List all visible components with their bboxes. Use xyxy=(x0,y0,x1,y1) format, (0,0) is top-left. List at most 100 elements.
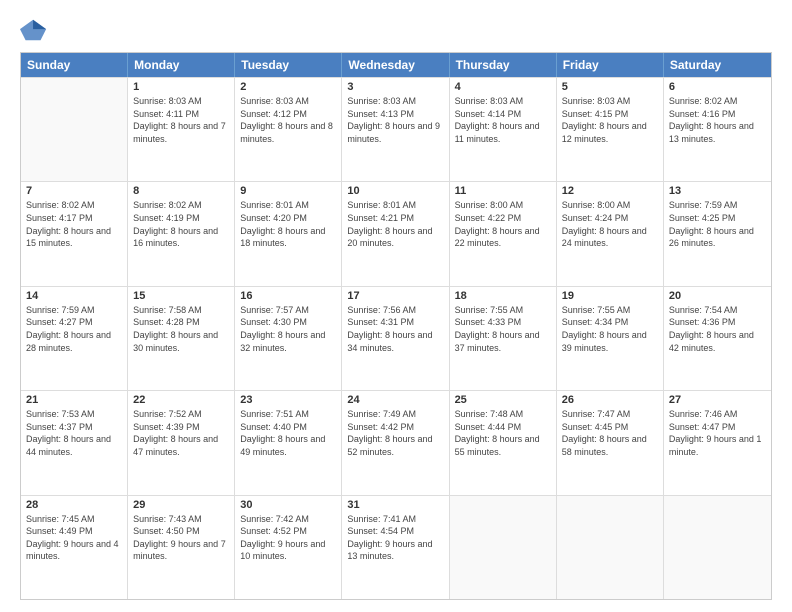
calendar-cell: 23Sunrise: 7:51 AM Sunset: 4:40 PM Dayli… xyxy=(235,391,342,494)
calendar-cell: 12 Sunrise: 8:00 AM Sunset: 4:24 PM Dayli… xyxy=(557,182,664,285)
calendar-cell: 29 Sunrise: 7:43 AM Sunset: 4:50 PM Dayli… xyxy=(128,496,235,599)
calendar-cell: 6 Sunrise: 8:02 AM Sunset: 4:16 PM Daylig… xyxy=(664,78,771,181)
day-number: 20 xyxy=(669,290,766,302)
calendar-header-row: SundayMondayTuesdayWednesdayThursdayFrid… xyxy=(21,53,771,77)
header xyxy=(20,16,772,44)
calendar-cell: 30 Sunrise: 7:42 AM Sunset: 4:52 PM Dayli… xyxy=(235,496,342,599)
day-number: 11 xyxy=(455,185,551,197)
page: SundayMondayTuesdayWednesdayThursdayFrid… xyxy=(0,0,792,612)
day-detail: Sunrise: 7:42 AM Sunset: 4:52 PM Dayligh… xyxy=(240,513,336,563)
day-number: 3 xyxy=(347,81,443,93)
calendar-week: 14Sunrise: 7:59 AM Sunset: 4:27 PM Dayli… xyxy=(21,286,771,390)
day-detail: Sunrise: 7:55 AM Sunset: 4:34 PM Dayligh… xyxy=(562,304,658,354)
calendar-week: 1 Sunrise: 8:03 AM Sunset: 4:11 PM Daylig… xyxy=(21,77,771,181)
day-detail: Sunrise: 8:01 AM Sunset: 4:21 PM Dayligh… xyxy=(347,199,443,249)
day-detail: Sunrise: 7:47 AM Sunset: 4:45 PM Dayligh… xyxy=(562,408,658,458)
day-number: 8 xyxy=(133,185,229,197)
day-detail: Sunrise: 7:56 AM Sunset: 4:31 PM Dayligh… xyxy=(347,304,443,354)
day-detail: Sunrise: 7:41 AM Sunset: 4:54 PM Dayligh… xyxy=(347,513,443,563)
day-number: 13 xyxy=(669,185,766,197)
day-detail: Sunrise: 7:51 AM Sunset: 4:40 PM Dayligh… xyxy=(240,408,336,458)
day-detail: Sunrise: 7:58 AM Sunset: 4:28 PM Dayligh… xyxy=(133,304,229,354)
calendar-cell: 9 Sunrise: 8:01 AM Sunset: 4:20 PM Daylig… xyxy=(235,182,342,285)
day-number: 6 xyxy=(669,81,766,93)
calendar-cell xyxy=(450,496,557,599)
day-detail: Sunrise: 7:45 AM Sunset: 4:49 PM Dayligh… xyxy=(26,513,122,563)
calendar-cell: 13 Sunrise: 7:59 AM Sunset: 4:25 PM Dayli… xyxy=(664,182,771,285)
calendar-cell: 1 Sunrise: 8:03 AM Sunset: 4:11 PM Daylig… xyxy=(128,78,235,181)
calendar-cell: 10 Sunrise: 8:01 AM Sunset: 4:21 PM Dayli… xyxy=(342,182,449,285)
day-number: 30 xyxy=(240,499,336,511)
day-number: 16 xyxy=(240,290,336,302)
day-number: 24 xyxy=(347,394,443,406)
day-detail: Sunrise: 8:03 AM Sunset: 4:11 PM Dayligh… xyxy=(133,95,229,145)
calendar-cell: 14Sunrise: 7:59 AM Sunset: 4:27 PM Dayli… xyxy=(21,287,128,390)
calendar-cell: 19 Sunrise: 7:55 AM Sunset: 4:34 PM Dayli… xyxy=(557,287,664,390)
day-number: 12 xyxy=(562,185,658,197)
calendar-cell: 3 Sunrise: 8:03 AM Sunset: 4:13 PM Daylig… xyxy=(342,78,449,181)
calendar-cell: 22Sunrise: 7:52 AM Sunset: 4:39 PM Dayli… xyxy=(128,391,235,494)
logo-icon xyxy=(20,16,48,44)
day-number: 18 xyxy=(455,290,551,302)
calendar-cell xyxy=(21,78,128,181)
day-detail: Sunrise: 8:01 AM Sunset: 4:20 PM Dayligh… xyxy=(240,199,336,249)
day-detail: Sunrise: 7:59 AM Sunset: 4:27 PM Dayligh… xyxy=(26,304,122,354)
day-detail: Sunrise: 7:53 AM Sunset: 4:37 PM Dayligh… xyxy=(26,408,122,458)
calendar-cell: 26Sunrise: 7:47 AM Sunset: 4:45 PM Dayli… xyxy=(557,391,664,494)
day-number: 31 xyxy=(347,499,443,511)
day-detail: Sunrise: 7:59 AM Sunset: 4:25 PM Dayligh… xyxy=(669,199,766,249)
calendar-cell: 7 Sunrise: 8:02 AM Sunset: 4:17 PM Daylig… xyxy=(21,182,128,285)
day-detail: Sunrise: 7:57 AM Sunset: 4:30 PM Dayligh… xyxy=(240,304,336,354)
day-detail: Sunrise: 8:00 AM Sunset: 4:24 PM Dayligh… xyxy=(562,199,658,249)
day-detail: Sunrise: 8:02 AM Sunset: 4:16 PM Dayligh… xyxy=(669,95,766,145)
calendar-week: 21 Sunrise: 7:53 AM Sunset: 4:37 PM Dayli… xyxy=(21,390,771,494)
day-detail: Sunrise: 8:03 AM Sunset: 4:13 PM Dayligh… xyxy=(347,95,443,145)
day-detail: Sunrise: 7:52 AM Sunset: 4:39 PM Dayligh… xyxy=(133,408,229,458)
day-number: 1 xyxy=(133,81,229,93)
calendar-cell xyxy=(664,496,771,599)
day-detail: Sunrise: 7:48 AM Sunset: 4:44 PM Dayligh… xyxy=(455,408,551,458)
day-detail: Sunrise: 7:55 AM Sunset: 4:33 PM Dayligh… xyxy=(455,304,551,354)
calendar-header-cell: Wednesday xyxy=(342,53,449,77)
day-number: 27 xyxy=(669,394,766,406)
day-number: 25 xyxy=(455,394,551,406)
day-number: 17 xyxy=(347,290,443,302)
day-number: 5 xyxy=(562,81,658,93)
calendar-cell: 8 Sunrise: 8:02 AM Sunset: 4:19 PM Daylig… xyxy=(128,182,235,285)
day-detail: Sunrise: 8:00 AM Sunset: 4:22 PM Dayligh… xyxy=(455,199,551,249)
calendar-header-cell: Saturday xyxy=(664,53,771,77)
calendar-cell: 28 Sunrise: 7:45 AM Sunset: 4:49 PM Dayli… xyxy=(21,496,128,599)
calendar: SundayMondayTuesdayWednesdayThursdayFrid… xyxy=(20,52,772,600)
day-number: 19 xyxy=(562,290,658,302)
day-number: 29 xyxy=(133,499,229,511)
logo xyxy=(20,16,52,44)
calendar-header-cell: Tuesday xyxy=(235,53,342,77)
day-detail: Sunrise: 7:54 AM Sunset: 4:36 PM Dayligh… xyxy=(669,304,766,354)
day-number: 28 xyxy=(26,499,122,511)
calendar-cell: 25 Sunrise: 7:48 AM Sunset: 4:44 PM Dayli… xyxy=(450,391,557,494)
calendar-cell: 21 Sunrise: 7:53 AM Sunset: 4:37 PM Dayli… xyxy=(21,391,128,494)
calendar-header-cell: Sunday xyxy=(21,53,128,77)
calendar-cell: 27Sunrise: 7:46 AM Sunset: 4:47 PM Dayli… xyxy=(664,391,771,494)
calendar-body: 1 Sunrise: 8:03 AM Sunset: 4:11 PM Daylig… xyxy=(21,77,771,599)
calendar-cell xyxy=(557,496,664,599)
calendar-week: 28 Sunrise: 7:45 AM Sunset: 4:49 PM Dayli… xyxy=(21,495,771,599)
calendar-cell: 15Sunrise: 7:58 AM Sunset: 4:28 PM Dayli… xyxy=(128,287,235,390)
day-number: 4 xyxy=(455,81,551,93)
calendar-cell: 5 Sunrise: 8:03 AM Sunset: 4:15 PM Daylig… xyxy=(557,78,664,181)
day-detail: Sunrise: 8:03 AM Sunset: 4:12 PM Dayligh… xyxy=(240,95,336,145)
day-detail: Sunrise: 7:49 AM Sunset: 4:42 PM Dayligh… xyxy=(347,408,443,458)
day-number: 7 xyxy=(26,185,122,197)
day-detail: Sunrise: 8:02 AM Sunset: 4:17 PM Dayligh… xyxy=(26,199,122,249)
day-number: 2 xyxy=(240,81,336,93)
calendar-cell: 24 Sunrise: 7:49 AM Sunset: 4:42 PM Dayli… xyxy=(342,391,449,494)
day-number: 21 xyxy=(26,394,122,406)
day-number: 9 xyxy=(240,185,336,197)
day-detail: Sunrise: 8:02 AM Sunset: 4:19 PM Dayligh… xyxy=(133,199,229,249)
calendar-week: 7 Sunrise: 8:02 AM Sunset: 4:17 PM Daylig… xyxy=(21,181,771,285)
calendar-cell: 18 Sunrise: 7:55 AM Sunset: 4:33 PM Dayli… xyxy=(450,287,557,390)
day-number: 10 xyxy=(347,185,443,197)
day-detail: Sunrise: 7:43 AM Sunset: 4:50 PM Dayligh… xyxy=(133,513,229,563)
calendar-cell: 2 Sunrise: 8:03 AM Sunset: 4:12 PM Daylig… xyxy=(235,78,342,181)
day-detail: Sunrise: 8:03 AM Sunset: 4:15 PM Dayligh… xyxy=(562,95,658,145)
